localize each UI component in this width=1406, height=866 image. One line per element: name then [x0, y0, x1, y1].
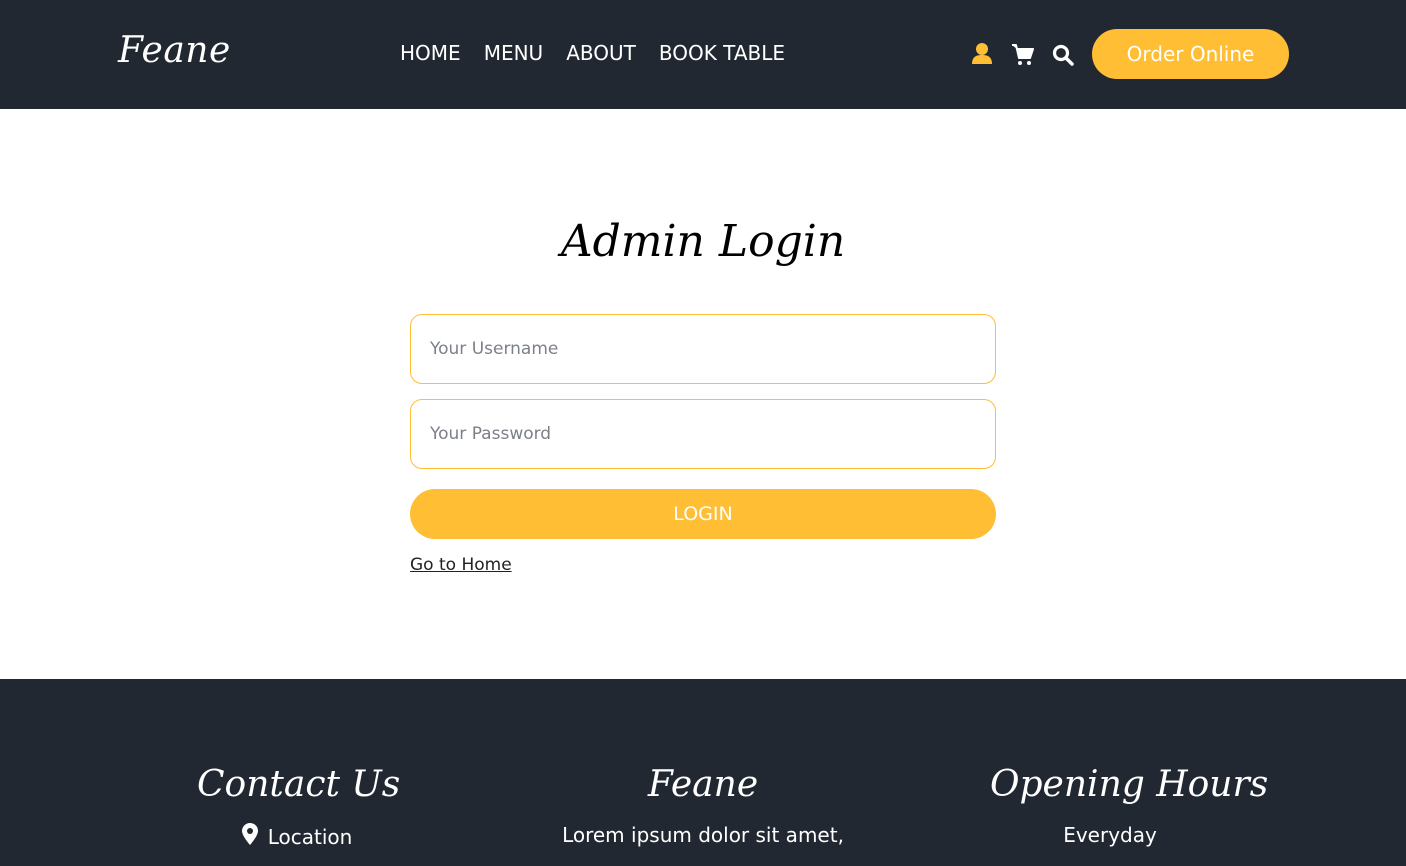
- cart-icon[interactable]: [1012, 44, 1034, 66]
- main-nav: HOME MENU ABOUT BOOK TABLE: [400, 41, 808, 65]
- nav-item-about[interactable]: ABOUT: [566, 41, 636, 65]
- footer-location-label: Location: [267, 824, 353, 849]
- footer-about-text: Lorem ipsum dolor sit amet,: [562, 823, 844, 847]
- search-icon[interactable]: [1052, 44, 1074, 66]
- footer-hours-text: Everyday: [1063, 823, 1157, 847]
- nav-item-menu[interactable]: MENU: [484, 41, 544, 65]
- footer-location[interactable]: Location: [197, 823, 397, 850]
- location-pin-icon: [241, 823, 258, 850]
- nav-item-home[interactable]: HOME: [400, 41, 461, 65]
- footer-about: Feane Lorem ipsum dolor sit amet,: [553, 764, 853, 847]
- order-online-button[interactable]: Order Online: [1092, 29, 1289, 79]
- site-header: Feane HOME MENU ABOUT BOOK TABLE Order O…: [0, 0, 1406, 109]
- footer-contact-heading: Contact Us: [197, 764, 401, 805]
- go-to-home-link[interactable]: Go to Home: [410, 555, 512, 575]
- page-title: Admin Login: [560, 216, 846, 267]
- login-button[interactable]: LOGIN: [410, 489, 996, 539]
- footer-hours: Opening Hours Everyday: [990, 764, 1269, 847]
- nav-item-book-table[interactable]: BOOK TABLE: [659, 41, 785, 65]
- footer-brand-heading: Feane: [647, 764, 759, 805]
- footer-contact: Contact Us Location: [197, 764, 401, 850]
- user-icon[interactable]: [972, 42, 992, 66]
- username-field[interactable]: [410, 314, 996, 384]
- password-field[interactable]: [410, 399, 996, 469]
- brand-logo[interactable]: Feane: [118, 30, 231, 71]
- footer-hours-heading: Opening Hours: [990, 764, 1269, 805]
- site-footer: Contact Us Location Feane Lorem ipsum do…: [0, 679, 1406, 866]
